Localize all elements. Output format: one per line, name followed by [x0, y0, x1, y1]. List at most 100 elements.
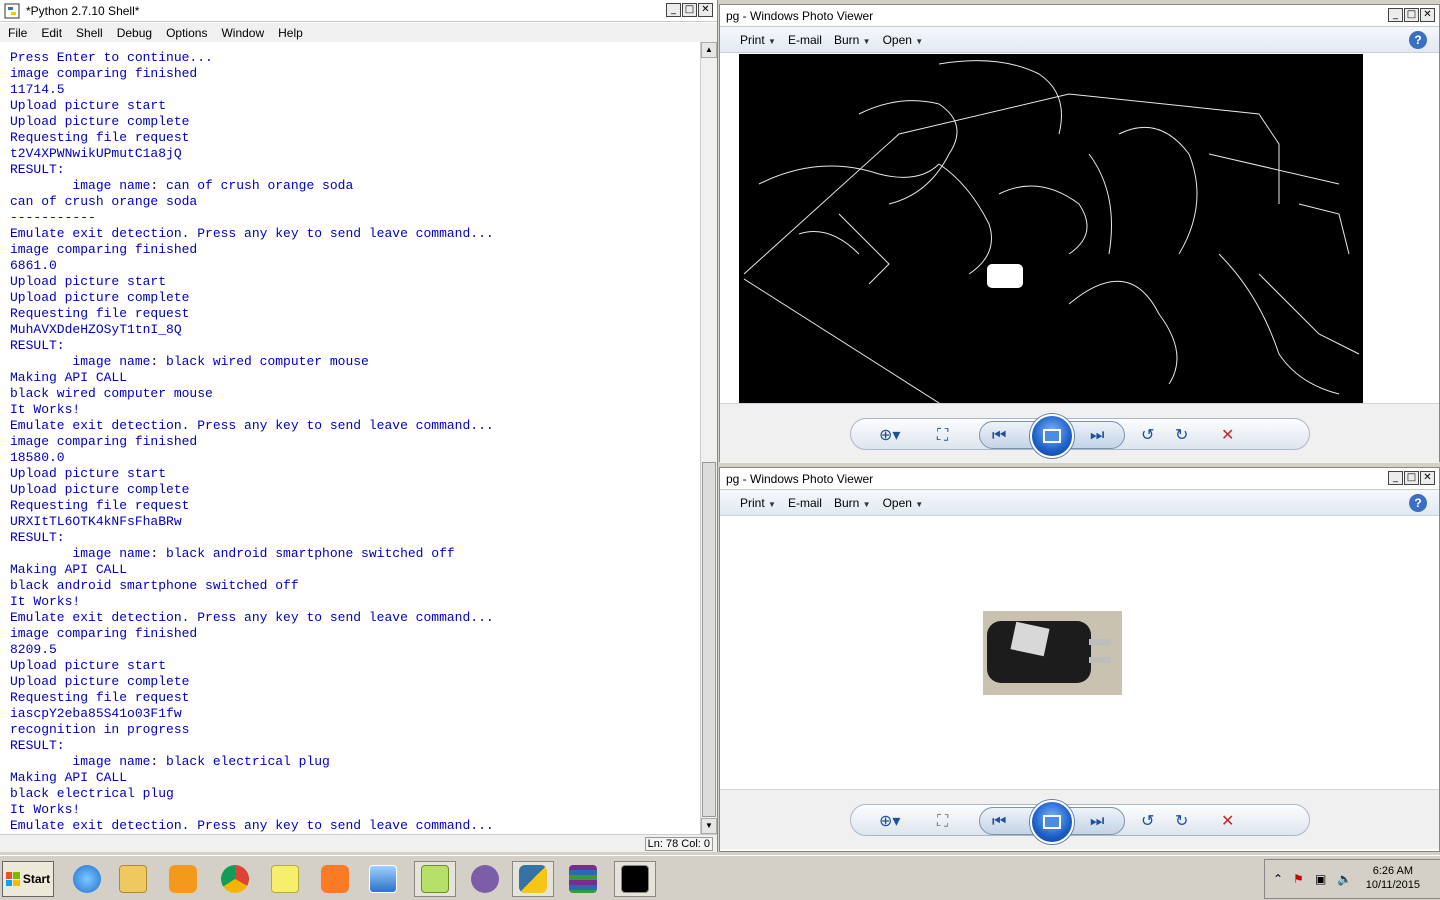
shell-console-output[interactable]: Press Enter to continue... image comparin… — [0, 42, 700, 834]
maximize-button[interactable]: □ — [682, 3, 697, 17]
network-icon[interactable]: ▣ — [1315, 872, 1326, 886]
rotate-left-icon[interactable]: ↺ — [1141, 809, 1154, 833]
taskbar-python[interactable] — [512, 861, 554, 897]
console-line: Upload picture complete — [10, 290, 190, 305]
system-tray: ⌃ ⚑ ▣ 🔈 6:26 AM 10/11/2015 — [1264, 859, 1440, 899]
maximize-button[interactable]: □ — [1404, 471, 1419, 485]
open-menu[interactable]: Open ▼ — [883, 496, 924, 510]
dropdown-arrow-icon: ▼ — [862, 499, 871, 509]
start-button[interactable]: Start — [2, 861, 54, 897]
volume-icon[interactable]: 🔈 — [1337, 872, 1352, 886]
taskbar-cmd[interactable] — [614, 861, 656, 897]
menu-options[interactable]: Options — [158, 26, 213, 40]
viewer2-titlebar[interactable]: pg - Windows Photo Viewer _ □ ✕ — [720, 468, 1439, 490]
scroll-down-arrow-icon[interactable]: ▼ — [701, 818, 717, 834]
taskbar-ie[interactable] — [66, 861, 108, 897]
show-hidden-icons-icon[interactable]: ⌃ — [1273, 872, 1283, 886]
taskbar-explorer[interactable] — [112, 861, 154, 897]
scrollbar-thumb[interactable] — [702, 462, 716, 817]
console-line: can of crush orange soda — [10, 194, 198, 209]
taskbar-winrar[interactable] — [562, 861, 604, 897]
navigation-pill: ⏮ ⏭ — [979, 414, 1125, 458]
taskbar-notes[interactable] — [264, 861, 306, 897]
clock[interactable]: 6:26 AM 10/11/2015 — [1366, 864, 1420, 892]
console-line: black electrical plug — [10, 786, 174, 801]
email-button[interactable]: E-mail — [788, 33, 822, 47]
python-shell-window[interactable]: *Python 2.7.10 Shell* _ □ ✕ File Edit Sh… — [0, 0, 718, 852]
console-line: RESULT: — [10, 738, 65, 753]
console-line: RESULT: — [10, 530, 65, 545]
electrical-plug-photo — [983, 611, 1122, 695]
console-vertical-scrollbar[interactable]: ▲ ▼ — [700, 42, 717, 834]
zoom-icon[interactable]: ⊕▾ — [879, 809, 900, 833]
dropdown-arrow-icon: ▼ — [915, 36, 924, 46]
taskbar-xampp[interactable] — [314, 861, 356, 897]
minimize-button[interactable]: _ — [1388, 471, 1403, 485]
maximize-button[interactable]: □ — [1404, 8, 1419, 22]
previous-icon[interactable]: ⏮ — [992, 809, 1006, 833]
next-icon[interactable]: ⏭ — [1090, 809, 1104, 833]
console-line: Emulate exit detection. Press any key to… — [10, 818, 494, 833]
photo-viewer-window-2[interactable]: pg - Windows Photo Viewer _ □ ✕ Print ▼ … — [719, 467, 1440, 852]
menu-shell[interactable]: Shell — [68, 26, 109, 40]
open-menu[interactable]: Open ▼ — [883, 33, 924, 47]
taskbar-github[interactable] — [464, 861, 506, 897]
zoom-icon[interactable]: ⊕▾ — [879, 423, 900, 447]
rotate-right-icon[interactable]: ↻ — [1175, 809, 1188, 833]
github-cat-icon — [471, 865, 499, 893]
delete-icon[interactable]: ✕ — [1221, 809, 1234, 833]
close-button[interactable]: ✕ — [1420, 471, 1435, 485]
delete-icon[interactable]: ✕ — [1221, 423, 1234, 447]
menu-edit[interactable]: Edit — [33, 26, 68, 40]
help-icon[interactable]: ? — [1409, 494, 1427, 512]
console-line: Requesting file request — [10, 306, 190, 321]
console-line: Upload picture complete — [10, 674, 190, 689]
taskbar-photo-viewer[interactable] — [362, 861, 404, 897]
help-icon[interactable]: ? — [1409, 31, 1427, 49]
menu-file[interactable]: File — [0, 26, 33, 40]
next-icon[interactable]: ⏭ — [1090, 423, 1104, 447]
console-line: Upload picture start — [10, 466, 167, 481]
sticky-notes-icon — [271, 865, 299, 893]
slideshow-button[interactable] — [1030, 414, 1074, 458]
viewer2-control-bar: ⊕▾ ⛶ ⏮ ⏭ ↺ ↻ ✕ — [850, 800, 1310, 844]
burn-menu[interactable]: Burn ▼ — [834, 496, 871, 510]
taskbar-chrome[interactable] — [214, 861, 256, 897]
console-line: Upload picture start — [10, 98, 167, 113]
action-center-icon[interactable]: ⚑ — [1293, 872, 1304, 886]
print-menu[interactable]: Print ▼ — [740, 33, 776, 47]
winrar-icon — [569, 865, 597, 893]
dropdown-arrow-icon: ▼ — [768, 499, 776, 509]
console-line: image name: black electrical plug — [10, 754, 330, 769]
shell-title: *Python 2.7.10 Shell* — [26, 3, 140, 18]
rotate-right-icon[interactable]: ↻ — [1175, 423, 1188, 447]
shell-window-controls: _ □ ✕ — [666, 3, 713, 17]
folder-icon — [119, 865, 147, 893]
menu-window[interactable]: Window — [213, 26, 270, 40]
close-button[interactable]: ✕ — [698, 3, 713, 17]
shell-titlebar[interactable]: *Python 2.7.10 Shell* _ □ ✕ — [0, 0, 717, 22]
minimize-button[interactable]: _ — [1388, 8, 1403, 22]
menu-help[interactable]: Help — [270, 26, 309, 40]
print-menu[interactable]: Print ▼ — [740, 496, 776, 510]
menu-debug[interactable]: Debug — [109, 26, 158, 40]
close-button[interactable]: ✕ — [1420, 8, 1435, 22]
console-line: It Works! — [10, 402, 81, 417]
previous-icon[interactable]: ⏮ — [992, 423, 1006, 447]
email-button[interactable]: E-mail — [788, 496, 822, 510]
edge-detection-image — [739, 54, 1363, 403]
taskbar: Start ⌃ ⚑ ▣ 🔈 6:26 AM 10/11/2015 — [0, 855, 1440, 900]
slideshow-button[interactable] — [1030, 800, 1074, 844]
taskbar-media-player[interactable] — [162, 861, 204, 897]
viewer1-titlebar[interactable]: pg - Windows Photo Viewer _ □ ✕ — [720, 5, 1439, 27]
clock-date: 10/11/2015 — [1365, 879, 1420, 891]
console-line: MuhAVXDdeHZOSyT1tnI_8Q — [10, 322, 182, 337]
actual-size-icon[interactable]: ⛶ — [937, 423, 948, 447]
taskbar-notepad-plus[interactable] — [414, 861, 456, 897]
minimize-button[interactable]: _ — [666, 3, 681, 17]
photo-viewer-window-1[interactable]: pg - Windows Photo Viewer _ □ ✕ Print ▼ … — [719, 4, 1440, 463]
burn-menu[interactable]: Burn ▼ — [834, 33, 871, 47]
fit-window-icon[interactable]: ⛶ — [937, 809, 948, 833]
rotate-left-icon[interactable]: ↺ — [1141, 423, 1154, 447]
scroll-up-arrow-icon[interactable]: ▲ — [701, 42, 717, 58]
